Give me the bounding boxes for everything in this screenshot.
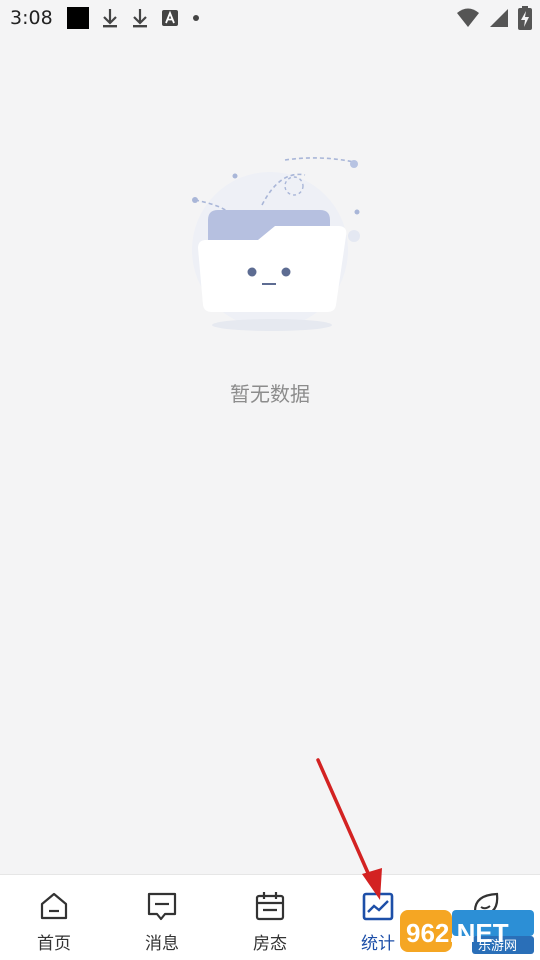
calendar-icon [255,892,285,921]
nav-item-messages[interactable]: 消息 [108,875,216,960]
notification-icons [66,7,201,29]
text-a-icon [161,10,178,26]
signal-icon [490,9,508,27]
download-icon [102,9,117,28]
home-icon [40,892,68,920]
nav-label-home: 首页 [37,934,71,954]
message-icon [147,892,177,921]
empty-folder-illustration [192,157,360,331]
dot-icon [192,15,199,21]
status-bar: 3:08 [0,0,540,36]
system-icons [456,6,532,30]
watermark-subtitle: 乐游网 [478,939,517,954]
nav-item-home[interactable]: 首页 [0,875,108,960]
watermark-logo-icon: 962.NET 乐游网 [400,910,534,954]
nav-item-room-status[interactable]: 房态 [216,875,324,960]
nav-label-statistics: 统计 [361,934,395,954]
nav-label-messages: 消息 [145,934,179,954]
download-icon [132,9,147,28]
black-square-icon [66,7,89,29]
battery-charging-icon [518,6,532,30]
nav-label-room-status: 房态 [253,934,287,954]
empty-state-message: 暂无数据 [230,382,310,406]
chart-icon [362,892,394,921]
status-time: 3:08 [10,7,53,29]
wifi-icon [457,8,479,27]
